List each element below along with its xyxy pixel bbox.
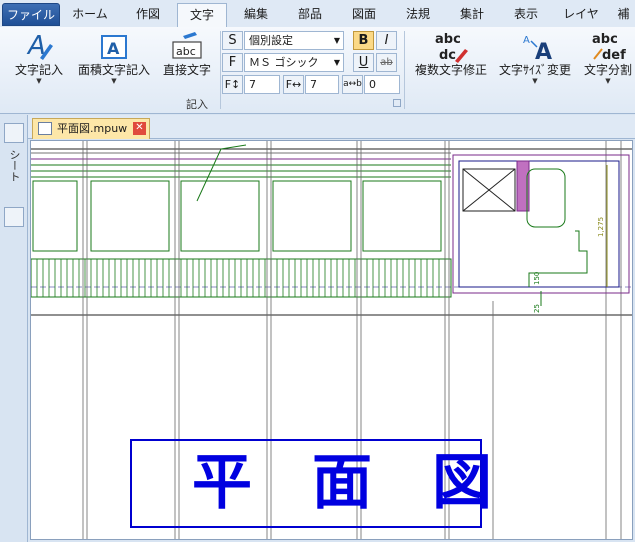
ribbon-separator — [404, 31, 405, 109]
svg-text:abc: abc — [592, 32, 618, 47]
text-width-icon: F↔ — [283, 75, 304, 94]
group-label-input: 記入 — [186, 98, 208, 111]
drawing-title-text: 平面図 — [192, 448, 552, 518]
ribbon-panel: A 文字記入 ▼ A 面積文字記入 ▼ abc 直接文字 S 個別設定 ▼ B … — [0, 27, 635, 114]
chevron-down-icon: ▼ — [333, 58, 340, 67]
text-size-change-button[interactable]: A A 文字ｻｲｽﾞ変更 ▼ — [494, 29, 576, 93]
svg-text:A: A — [523, 35, 530, 46]
document-tab-name: 平面図.mpuw — [57, 122, 128, 135]
multi-text-fix-icon: abc dc — [410, 29, 492, 63]
svg-text:dc: dc — [439, 48, 456, 63]
area-text-input-button[interactable]: A 面積文字記入 ▼ — [74, 29, 154, 93]
font-label: F — [222, 53, 243, 72]
size-setting-value: 個別設定 — [249, 34, 293, 47]
area-text-input-label: 面積文字記入 — [77, 63, 150, 77]
text-width-input[interactable]: 7 — [305, 75, 339, 94]
font-name-value: ＭＳ ゴシック — [249, 56, 319, 69]
italic-button[interactable]: I — [376, 31, 397, 50]
svg-text:A: A — [535, 40, 552, 63]
direct-text-button[interactable]: abc 直接文字 — [158, 29, 216, 93]
size-setting-select[interactable]: 個別設定 ▼ — [244, 31, 344, 50]
tab-law[interactable]: 法規 — [394, 3, 442, 26]
chevron-down-icon: ▼ — [333, 36, 340, 45]
svg-text:25: 25 — [533, 304, 541, 313]
text-pen-icon: A — [8, 29, 70, 63]
multi-text-fix-button[interactable]: abc dc 複数文字修正 — [410, 29, 492, 93]
svg-text:1,275: 1,275 — [597, 217, 605, 237]
menu-tab-bar: ファイル ホーム 作図 文字 編集 部品 図面 法規 集計 表示 レイヤ 補 — [0, 0, 635, 29]
text-input-button[interactable]: A 文字記入 ▼ — [8, 29, 70, 93]
chevron-down-icon: ▼ — [36, 77, 42, 85]
svg-text:abc: abc — [176, 45, 196, 58]
font-name-select[interactable]: ＭＳ ゴシック ▼ — [244, 53, 344, 72]
drawing-canvas[interactable]: 150 25 1,275 平面図 — [30, 140, 633, 540]
tab-draw[interactable]: 作図 — [124, 3, 172, 26]
bold-button[interactable]: B — [353, 31, 374, 50]
drawing-title-frame: 平面図 — [130, 439, 552, 528]
strikethrough-button[interactable]: ab — [376, 53, 397, 72]
chevron-down-icon: ▼ — [111, 77, 117, 85]
tab-home[interactable]: ホーム — [66, 3, 114, 26]
sheet-side-tab[interactable]: シート — [8, 149, 22, 182]
tab-parts[interactable]: 部品 — [286, 3, 334, 26]
tab-aggregate[interactable]: 集計 — [448, 3, 496, 26]
tab-view[interactable]: 表示 — [502, 3, 550, 26]
char-spacing-input[interactable]: 0 — [364, 75, 400, 94]
svg-text:150: 150 — [533, 272, 541, 285]
size-mode-label: S — [222, 31, 243, 50]
text-split-button[interactable]: abc def 文字分割 ▼ — [578, 29, 635, 93]
text-height-value: 7 — [249, 78, 256, 91]
chevron-down-icon: ▼ — [605, 77, 611, 85]
text-width-value: 7 — [310, 78, 317, 91]
drawing-file-icon — [38, 122, 52, 135]
text-size-change-label: 文字ｻｲｽﾞ変更 — [498, 63, 571, 77]
text-height-icon: F↕ — [222, 75, 243, 94]
pin-icon[interactable] — [4, 123, 24, 143]
layer-icon[interactable] — [4, 207, 24, 227]
direct-text-icon: abc — [158, 29, 216, 63]
char-spacing-value: 0 — [369, 78, 376, 91]
dialog-launcher-icon[interactable] — [393, 99, 401, 107]
text-input-label: 文字記入 — [14, 63, 63, 77]
document-tab[interactable]: 平面図.mpuw ✕ — [32, 118, 150, 139]
text-resize-icon: A A — [494, 29, 576, 63]
text-split-label: 文字分割 — [583, 63, 632, 77]
chevron-down-icon: ▼ — [532, 77, 538, 85]
multi-text-fix-label: 複数文字修正 — [414, 63, 487, 77]
tab-drawing[interactable]: 図面 — [340, 3, 388, 26]
ribbon-separator — [220, 31, 221, 109]
char-spacing-icon: a↔b — [342, 75, 363, 94]
close-icon[interactable]: ✕ — [133, 122, 146, 135]
text-height-input[interactable]: 7 — [244, 75, 280, 94]
tab-layer[interactable]: レイヤ — [556, 3, 606, 26]
left-side-panel: シート — [0, 115, 28, 542]
document-tab-bar: 平面図.mpuw ✕ — [28, 115, 635, 139]
direct-text-label: 直接文字 — [162, 63, 211, 77]
underline-button[interactable]: U — [353, 53, 374, 72]
tab-text[interactable]: 文字 — [177, 3, 227, 29]
svg-text:def: def — [602, 48, 626, 63]
area-text-icon: A — [74, 29, 154, 63]
tab-file[interactable]: ファイル — [2, 3, 60, 26]
svg-text:A: A — [107, 39, 120, 58]
text-split-icon: abc def — [578, 29, 635, 63]
tab-edit[interactable]: 編集 — [232, 3, 280, 26]
tab-more[interactable]: 補 — [612, 3, 635, 26]
svg-text:abc: abc — [435, 32, 461, 47]
